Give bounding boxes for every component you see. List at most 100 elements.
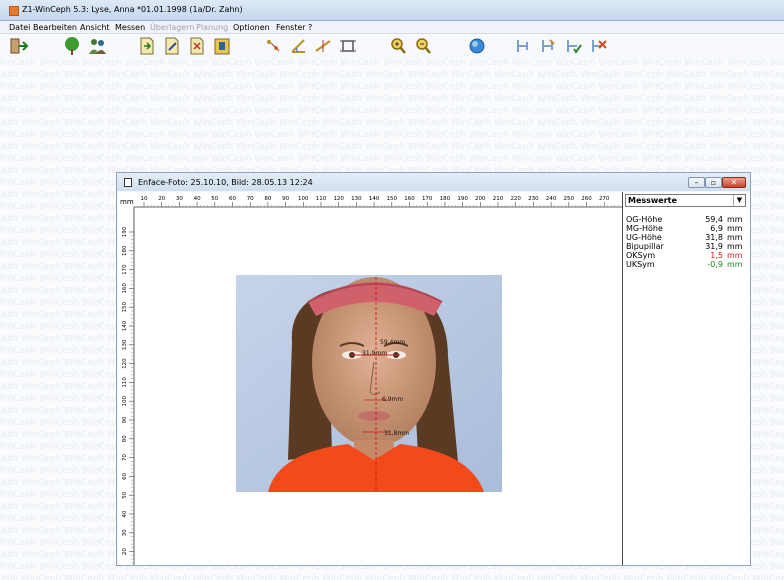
menu-datei[interactable]: Datei [9,23,30,32]
ruler-tick-label: 160 [404,196,415,202]
close-button[interactable]: ✕ [722,177,746,188]
ruler-tick-label: 70 [247,196,254,202]
watermark-row: WinCeph WinCeph WinCeph WinCeph WinCeph … [0,574,784,580]
face-photo: 59,4mm 31,9mm 6,9mm 31,8mm [236,275,502,492]
ruler-tick-label: 100 [298,196,309,202]
watermark-row: WinCeph WinCeph WinCeph WinCeph WinCeph … [0,118,784,128]
crop-icon[interactable] [338,36,358,56]
ruler-tick-label: 80 [122,435,128,442]
document-import-icon[interactable] [212,36,232,56]
measurement-row[interactable]: OG-Höhe 59,4 mm [626,215,745,224]
measurement-value: 31,9 [705,242,723,251]
document-open-icon[interactable] [137,36,157,56]
measurement-unit: mm [727,242,743,251]
patients-icon[interactable] [87,36,107,56]
skeleton-edit-icon[interactable] [538,36,558,56]
menu-ueberlagern[interactable]: Überlagern [150,23,195,32]
ruler-tick-label: 270 [599,196,610,202]
measurement-value: 6,9 [710,224,723,233]
canvas-drawing: 10 20 30 40 50 60 70 80 90 100 110 120 130 140 150 160 1… [118,192,622,565]
measurement-label: OKSym [626,251,656,260]
menu-ansicht[interactable]: Ansicht [80,23,110,32]
measurement-row[interactable]: UKSym -0,9 mm [626,260,745,269]
bipupillar-label: 31,9mm [362,350,387,357]
menu-messen[interactable]: Messen [115,23,145,32]
measurement-row[interactable]: OKSym 1,5 mm [626,251,745,260]
ruler-tick-label: 140 [369,196,380,202]
ruler-tick-label: 230 [528,196,539,202]
measurement-unit: mm [727,224,743,233]
measure-line-icon[interactable] [313,36,333,56]
ruler-tick-label: 90 [122,416,128,423]
measurement-unit: mm [727,233,743,242]
ruler-tick-label: 120 [333,196,344,202]
measurement-value: 1,5 [710,251,723,260]
watermark-row: WinCeph WinCeph WinCeph WinCeph WinCeph … [0,82,784,92]
ruler-tick-label: 220 [510,196,521,202]
ruler-tick-label: 110 [122,377,128,388]
ruler-tick-label: 240 [546,196,557,202]
image-canvas[interactable]: 10 20 30 40 50 60 70 80 90 100 110 120 130 140 150 160 1… [118,192,622,565]
ruler-tick-label: 50 [211,196,218,202]
document-icon [124,178,132,187]
ruler-tick-label: 120 [122,358,128,369]
measurement-row[interactable]: UG-Höhe 31,8 mm [626,233,745,242]
globe-icon[interactable] [467,36,487,56]
measure-angle-icon[interactable] [288,36,308,56]
measure-points-icon[interactable] [263,36,283,56]
ruler-tick-label: 40 [194,196,201,202]
watermark-row: WinCeph WinCeph WinCeph WinCeph WinCeph … [0,70,784,80]
ruler-tick-label: 260 [581,196,592,202]
panel-dropdown[interactable]: Messwerte ▼ [625,194,746,207]
ruler-tick-label: 150 [122,301,128,312]
menu-optionen[interactable]: Optionen [233,23,270,32]
ruler-tick-label: 60 [122,472,128,479]
measurement-unit: mm [727,215,743,224]
skeleton-check-icon[interactable] [563,36,583,56]
measurement-unit: mm [727,260,743,269]
ruler-tick-label: 170 [422,196,433,202]
og-label: 59,4mm [380,339,405,346]
measurement-value: 31,8 [705,233,723,242]
watermark-row: WinCeph WinCeph WinCeph WinCeph WinCeph … [0,58,784,68]
zoom-in-icon[interactable] [388,36,408,56]
tree-icon[interactable] [62,36,82,56]
ruler-tick-label: 250 [564,196,575,202]
ruler-tick-label: 10 [141,196,148,202]
ruler-tick-label: 30 [122,529,128,536]
document-edit-icon[interactable] [162,36,182,56]
ruler-tick-label: 180 [122,245,128,256]
menu-planung[interactable]: Planung [196,23,228,32]
ruler-tick-label: 40 [122,510,128,517]
menu-fenster[interactable]: Fenster [276,23,306,32]
skeleton-icon[interactable] [513,36,533,56]
app-title: Z1-WinCeph 5.3: Lyse, Anna *01.01.1998 (… [22,5,243,14]
document-export-icon[interactable] [187,36,207,56]
skeleton-delete-icon[interactable] [588,36,608,56]
child-title: Enface-Foto: 25.10.10, Bild: 28.05.13 12… [138,178,313,187]
chevron-down-icon[interactable]: ▼ [733,195,745,206]
exit-icon[interactable] [9,36,29,56]
ruler-tick-label: 200 [475,196,486,202]
maximize-button[interactable]: ▫ [705,177,722,188]
menu-bar: Datei Bearbeiten Ansicht Messen Überlage… [0,21,784,34]
watermark-row: WinCeph WinCeph WinCeph WinCeph WinCeph … [0,130,784,140]
measurement-row[interactable]: Bipupillar 31,9 mm [626,242,745,251]
measurement-label: UKSym [626,260,655,269]
watermark-row: WinCeph WinCeph WinCeph WinCeph WinCeph … [0,106,784,116]
ruler-tick-label: 70 [122,454,128,461]
measurement-row[interactable]: MG-Höhe 6,9 mm [626,224,745,233]
ruler-tick-label: 140 [122,320,128,331]
minimize-button[interactable]: – [688,177,705,188]
panel-dropdown-value: Messwerte [628,196,677,205]
menu-bearbeiten[interactable]: Bearbeiten [33,23,77,32]
ruler-tick-label: 60 [229,196,236,202]
ruler-tick-label: 170 [122,264,128,275]
ruler-tick-label: 130 [351,196,362,202]
measurement-label: UG-Höhe [626,233,662,242]
ruler-tick-label: 110 [316,196,327,202]
zoom-out-icon[interactable] [413,36,433,56]
watermark-row: WinCeph WinCeph WinCeph WinCeph WinCeph … [0,94,784,104]
ruler-tick-label: 80 [264,196,271,202]
menu-help[interactable]: ? [308,23,312,32]
